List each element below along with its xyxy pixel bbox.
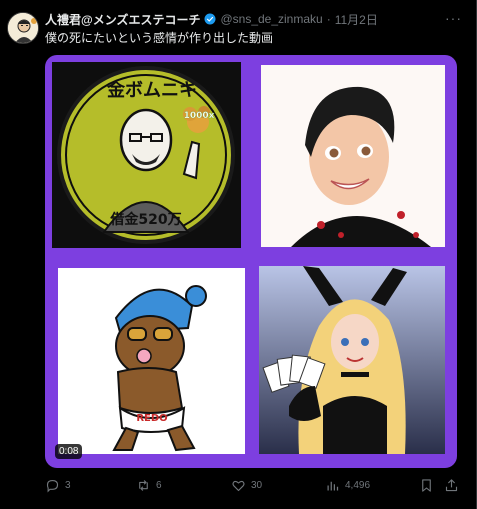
tweet[interactable]: 人禮君@メンズエステコーチ @sns_de_zinmaku · 11月2日 ··… <box>0 0 477 509</box>
views-count: 4,496 <box>345 480 371 491</box>
repost-count: 6 <box>156 480 162 491</box>
tile1-badge: 1000x <box>184 111 215 121</box>
bookmark-icon <box>422 479 431 492</box>
repost-button[interactable]: 6 <box>136 478 162 493</box>
bunny-girl-image <box>259 266 445 454</box>
share-button[interactable] <box>444 478 459 493</box>
media-image-4[interactable] <box>259 266 445 454</box>
tweet-actions: 3 6 30 4,496 <box>45 478 463 496</box>
verified-badge-icon <box>204 13 216 25</box>
avatar[interactable] <box>7 12 39 44</box>
media-image-2[interactable] <box>261 65 445 247</box>
separator-dot: · <box>326 12 331 26</box>
like-icon <box>232 480 245 492</box>
tile3-shorts-text: REDO <box>136 413 167 424</box>
media-grid[interactable]: 金ボムニキ 1000x 借金520万 REDO 0:08 <box>45 55 457 468</box>
views-button[interactable]: 4,496 <box>325 478 370 493</box>
anime-woman-image <box>261 65 445 247</box>
tweet-text: 僕の死にたいという感情が作り出した動画 <box>45 31 274 45</box>
bookmark-button[interactable] <box>419 478 434 493</box>
reply-icon <box>46 479 59 493</box>
video-duration: 0:08 <box>55 444 83 459</box>
cartoon-man-image: 金ボムニキ 1000x 借金520万 <box>52 62 241 248</box>
tweet-date[interactable]: 11月2日 <box>335 11 378 28</box>
more-icon[interactable]: ··· <box>445 10 462 26</box>
reply-count: 3 <box>65 480 71 491</box>
share-icon <box>445 479 458 492</box>
like-button[interactable]: 30 <box>231 478 262 493</box>
tile1-caption: 借金520万 <box>109 211 181 228</box>
tweet-header: 人禮君@メンズエステコーチ @sns_de_zinmaku · 11月2日 <box>45 10 465 28</box>
cartoon-bear-image: REDO <box>58 268 245 454</box>
media-image-3[interactable]: REDO <box>58 268 245 454</box>
media-image-1[interactable]: 金ボムニキ 1000x 借金520万 <box>52 62 241 248</box>
like-count: 30 <box>251 480 263 491</box>
author-name[interactable]: 人禮君@メンズエステコーチ <box>45 11 200 28</box>
views-icon <box>327 481 339 491</box>
avatar-image <box>8 13 38 43</box>
tile1-title: 金ボムニキ <box>106 79 197 101</box>
reply-button[interactable]: 3 <box>45 478 71 493</box>
author-handle[interactable]: @sns_de_zinmaku <box>220 12 322 26</box>
repost-icon <box>139 480 148 491</box>
